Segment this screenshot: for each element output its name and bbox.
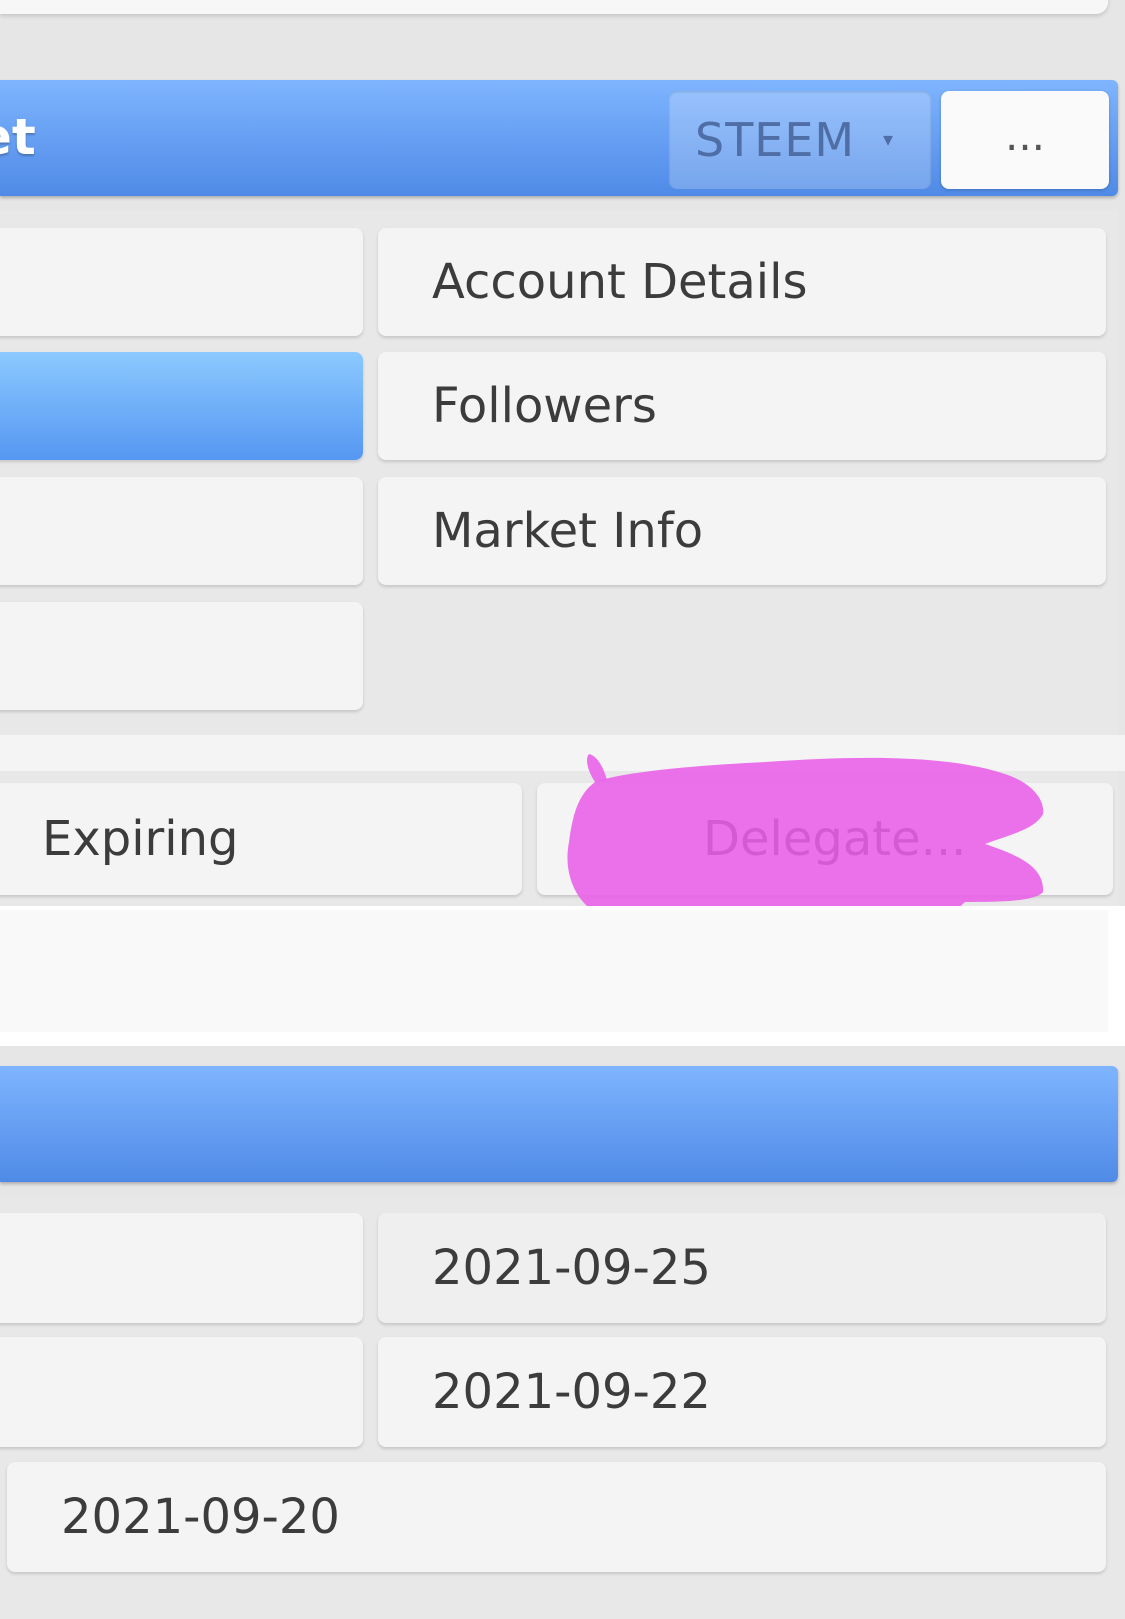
delegate-button-label: Delegate... (703, 811, 967, 867)
more-button[interactable]: ... (941, 91, 1109, 189)
menu-item-left-1[interactable] (0, 228, 363, 336)
menu-panel: Account Details Followers Market Info (0, 210, 1118, 739)
divider-band (0, 735, 1125, 771)
chevron-down-icon: ▾ (883, 127, 894, 151)
list-item[interactable] (0, 1337, 363, 1447)
date-list: 2021-09-25 2021-09-22 2021-09-20 (0, 1196, 1125, 1619)
toolbar-title: et (0, 108, 36, 166)
expiring-button-label: Expiring (42, 811, 239, 867)
menu-item-left-4[interactable] (0, 602, 363, 710)
menu-item-label: Market Info (432, 503, 704, 559)
wallet-screen: et STEEM ▾ ... Account Details Followers (0, 0, 1125, 1619)
top-card (0, 0, 1108, 14)
action-row: Expiring Delegate... (0, 771, 1118, 906)
menu-item-market-info[interactable]: Market Info (378, 477, 1106, 585)
date-label: 2021-09-22 (432, 1364, 711, 1420)
more-button-label: ... (1004, 111, 1046, 160)
list-item[interactable]: 2021-09-22 (378, 1337, 1106, 1447)
menu-item-account-details[interactable]: Account Details (378, 228, 1106, 336)
currency-select[interactable]: STEEM ▾ (669, 91, 931, 189)
menu-item-label: Followers (432, 378, 657, 434)
menu-item-left-2-active[interactable] (0, 352, 363, 460)
date-label: 2021-09-25 (432, 1240, 711, 1296)
delegate-button[interactable]: Delegate... (537, 783, 1113, 895)
date-label: 2021-09-20 (61, 1489, 340, 1545)
list-item[interactable] (0, 1213, 363, 1323)
blank-area (0, 906, 1125, 1046)
menu-item-left-3[interactable] (0, 477, 363, 585)
list-item[interactable]: 2021-09-25 (378, 1213, 1106, 1323)
menu-item-followers[interactable]: Followers (378, 352, 1106, 460)
blank-inner-panel (0, 910, 1108, 1032)
section-header-bar (0, 1066, 1118, 1182)
menu-item-label: Account Details (432, 254, 808, 310)
list-item[interactable]: 2021-09-20 (7, 1462, 1106, 1572)
wallet-toolbar: et STEEM ▾ ... (0, 80, 1118, 196)
expiring-button[interactable]: Expiring (0, 783, 522, 895)
currency-select-value: STEEM (695, 113, 856, 167)
